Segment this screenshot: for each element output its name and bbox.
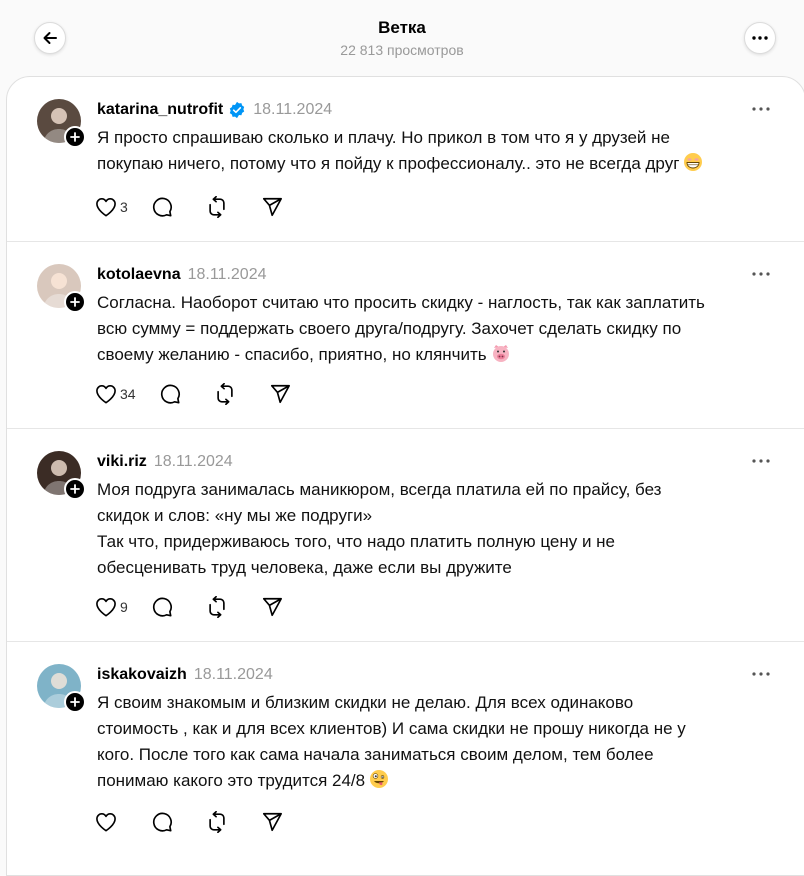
- post-text-line: Моя подруга занималась маникюром, всегда…: [97, 480, 662, 499]
- comment-button[interactable]: [151, 811, 206, 833]
- zany-face-emoji: [369, 769, 389, 797]
- repost-button[interactable]: [206, 811, 261, 833]
- share-icon: [262, 197, 282, 217]
- post-more-button[interactable]: [749, 451, 773, 471]
- comment-icon: [152, 597, 172, 617]
- heart-icon: [96, 598, 116, 617]
- post-meta: viki.riz 18.11.2024: [97, 450, 233, 474]
- follow-button[interactable]: [64, 126, 86, 148]
- post-text-line: Согласна. Наоборот считаю что просить ск…: [97, 293, 705, 312]
- more-horizontal-icon: [752, 459, 770, 463]
- post-meta: kotolaevna 18.11.2024: [97, 263, 266, 287]
- post-text: Моя подруга занималась маникюром, всегда…: [97, 477, 777, 581]
- post-text-line: своему желанию - спасибо, приятно, но кл…: [97, 342, 777, 371]
- post-text-line: обесценивать труд человека, даже если вы…: [97, 558, 512, 577]
- more-options-button[interactable]: [744, 22, 776, 54]
- comment-icon: [152, 197, 172, 217]
- repost-button[interactable]: [214, 383, 269, 405]
- grinning-face-emoji: [683, 152, 703, 180]
- plus-icon: [70, 297, 80, 307]
- post-text-line: стоимость , как и для всех клиентов) И с…: [97, 719, 686, 738]
- more-horizontal-icon: [752, 672, 770, 676]
- comment-button[interactable]: [151, 596, 206, 618]
- repost-icon: [217, 383, 233, 405]
- post-actions: 9: [95, 595, 316, 619]
- post-text-line: всю сумму = поддержать своего друга/подр…: [97, 319, 682, 338]
- share-button[interactable]: [261, 196, 316, 218]
- heart-icon: [96, 198, 116, 217]
- page-title: Ветка: [378, 18, 426, 37]
- repost-icon: [209, 811, 225, 833]
- post-text: Я просто спрашиваю сколько и плачу. Но п…: [97, 125, 777, 180]
- share-button[interactable]: [261, 811, 316, 833]
- heart-icon: [96, 385, 116, 404]
- comment-icon: [152, 812, 172, 832]
- username-link[interactable]: iskakovaizh: [97, 666, 187, 684]
- plus-icon: [70, 697, 80, 707]
- post-text-line: скидок и слов: «ну мы же подруги»: [97, 506, 373, 525]
- follow-button[interactable]: [64, 291, 86, 313]
- thread-header: Ветка 22 813 просмотров: [0, 0, 804, 76]
- like-button[interactable]: 3: [95, 197, 151, 217]
- repost-icon: [209, 196, 225, 218]
- plus-icon: [70, 132, 80, 142]
- post-text-line: Так что, придерживаюсь того, что надо пл…: [97, 532, 616, 551]
- post-date[interactable]: 18.11.2024: [253, 101, 332, 119]
- thread-post: iskakovaizh 18.11.2024 Я своим знакомым и …: [7, 642, 804, 875]
- more-horizontal-icon: [752, 36, 768, 40]
- post-actions: 34: [95, 382, 324, 406]
- post-meta: iskakovaizh 18.11.2024: [97, 663, 273, 687]
- thread-post: katarina_nutrofit 18.11.2024 Я просто спра…: [7, 77, 804, 242]
- repost-icon: [209, 596, 225, 618]
- thread-post: viki.riz 18.11.2024 Моя подруга занималась…: [7, 429, 804, 642]
- more-horizontal-icon: [752, 272, 770, 276]
- post-more-button[interactable]: [749, 664, 773, 684]
- verified-badge-icon: [228, 101, 246, 119]
- post-meta: katarina_nutrofit 18.11.2024: [97, 98, 332, 122]
- share-icon: [270, 384, 290, 404]
- thread-post: kotolaevna 18.11.2024 Согласна. Наоборот с…: [7, 242, 804, 429]
- like-count: 3: [120, 199, 128, 215]
- post-text-line: Я своим знакомым и близким скидки не дел…: [97, 693, 634, 712]
- share-button[interactable]: [261, 596, 316, 618]
- post-more-button[interactable]: [749, 264, 773, 284]
- post-text-line: Я просто спрашиваю сколько и плачу. Но п…: [97, 128, 670, 147]
- post-actions: 3: [95, 195, 316, 219]
- view-count: 22 813 просмотров: [340, 42, 464, 58]
- username-link[interactable]: viki.riz: [97, 453, 147, 471]
- post-text-line: покупаю ничего, потому что я пойду к про…: [97, 151, 777, 180]
- comment-icon: [160, 384, 180, 404]
- like-button[interactable]: [95, 812, 151, 832]
- post-text-line: понимаю какого это трудится 24/8: [97, 768, 777, 797]
- heart-icon: [96, 813, 116, 832]
- like-count: 34: [120, 386, 136, 402]
- plus-icon: [70, 484, 80, 494]
- like-button[interactable]: 34: [95, 384, 159, 404]
- post-date[interactable]: 18.11.2024: [188, 266, 267, 284]
- share-icon: [262, 812, 282, 832]
- comment-button[interactable]: [159, 383, 214, 405]
- post-text: Согласна. Наоборот считаю что просить ск…: [97, 290, 777, 371]
- post-actions: [95, 810, 316, 834]
- post-more-button[interactable]: [749, 99, 773, 119]
- post-date[interactable]: 18.11.2024: [194, 666, 273, 684]
- post-text-line: кого. После того как сама начала занимат…: [97, 745, 654, 764]
- more-horizontal-icon: [752, 107, 770, 111]
- thread-card: katarina_nutrofit 18.11.2024 Я просто спра…: [6, 76, 804, 876]
- username-link[interactable]: kotolaevna: [97, 266, 181, 284]
- repost-button[interactable]: [206, 196, 261, 218]
- repost-button[interactable]: [206, 596, 261, 618]
- pig-face-emoji: [491, 343, 511, 371]
- post-date[interactable]: 18.11.2024: [154, 453, 233, 471]
- like-button[interactable]: 9: [95, 597, 151, 617]
- follow-button[interactable]: [64, 691, 86, 713]
- share-icon: [262, 597, 282, 617]
- username-link[interactable]: katarina_nutrofit: [97, 101, 223, 119]
- follow-button[interactable]: [64, 478, 86, 500]
- like-count: 9: [120, 599, 128, 615]
- comment-button[interactable]: [151, 196, 206, 218]
- post-text: Я своим знакомым и близким скидки не дел…: [97, 690, 777, 797]
- share-button[interactable]: [269, 383, 324, 405]
